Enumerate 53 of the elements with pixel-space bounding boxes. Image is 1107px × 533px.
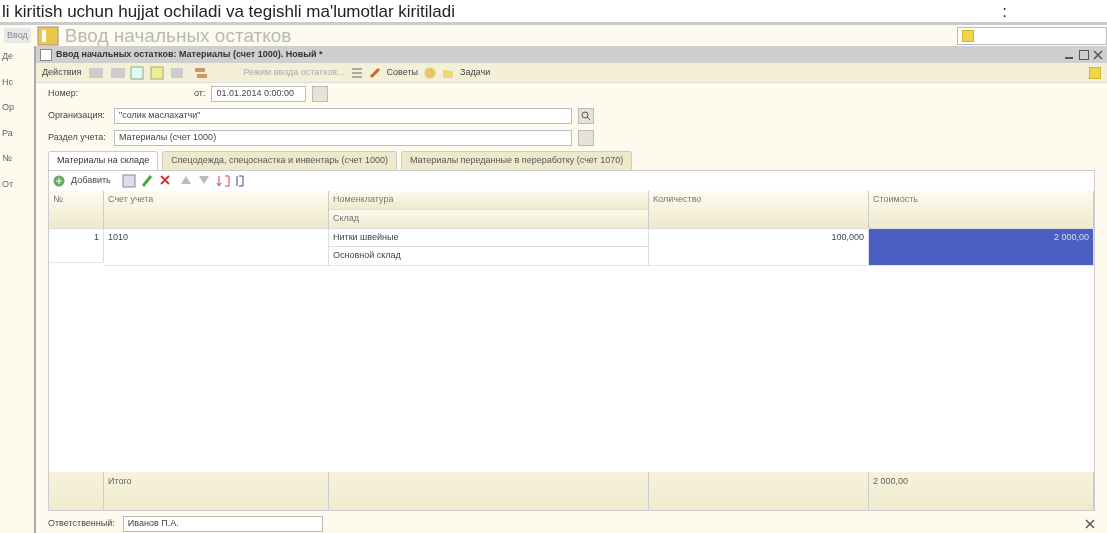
column-header[interactable]: Счет учета	[104, 190, 329, 229]
pencil-icon	[368, 66, 381, 79]
info-icon	[962, 29, 974, 42]
column-header[interactable]: №	[49, 190, 104, 229]
footer-total: 2 000,00	[869, 472, 1094, 510]
column-header[interactable]: Номенклатура	[329, 190, 649, 210]
select-button[interactable]	[578, 130, 594, 146]
side-label: Ра	[2, 126, 14, 140]
document-icon	[40, 48, 52, 61]
slide-text: li kiritish uchun hujjat ochiladi va tegishli ma'lumotlar kiritiladi	[2, 2, 455, 22]
background-window-title: Ввод начальных остатков	[64, 25, 292, 46]
table-cell: 1010	[104, 228, 329, 266]
tab[interactable]: Материалы переданные в переработку (счет 1070)	[400, 151, 633, 170]
table-cell: Нитки швейные	[329, 228, 648, 247]
calendar-button[interactable]	[312, 86, 329, 102]
document-icon	[36, 25, 59, 46]
side-label: Нс	[2, 75, 14, 89]
organization-field[interactable]: "солик маслахатчи"	[114, 108, 572, 124]
field-label: Раздел учета:	[48, 131, 107, 145]
search-field[interactable]	[957, 26, 1107, 45]
window-title: Ввод начальных остатков: Материалы (счет 1000). Новый *	[56, 47, 323, 61]
tab[interactable]: Материалы на складе	[48, 151, 159, 170]
tab[interactable]: Спецодежда, спецоснастка и инвентарь (счет 1000)	[162, 151, 397, 170]
section-field[interactable]: Материалы (счет 1000)	[114, 130, 572, 146]
close-icon[interactable]	[1093, 49, 1103, 60]
field-label: Ответственный:	[48, 517, 115, 531]
field-label: Организация:	[48, 109, 106, 123]
table-cell: 1	[49, 228, 104, 263]
table-cell[interactable]: 2 000,00	[869, 228, 1094, 266]
add-icon	[53, 174, 65, 187]
actions-menu[interactable]: Действия	[42, 65, 82, 80]
field-label: от:	[194, 87, 206, 101]
side-label: Ор	[2, 101, 15, 114]
footer-label: Итого	[104, 472, 329, 510]
tasks-button[interactable]: Задачи	[460, 65, 491, 80]
close-icon[interactable]	[1085, 519, 1095, 529]
search-icon[interactable]	[578, 108, 594, 124]
side-label: №	[2, 152, 13, 165]
side-label: Де	[2, 50, 15, 63]
date-field[interactable]: 01.01.2014 0:00:00	[211, 86, 307, 102]
maximize-icon[interactable]	[1079, 49, 1089, 60]
add-button[interactable]: Добавить	[71, 173, 111, 188]
tips-button[interactable]: Советы	[386, 65, 418, 80]
list-icon[interactable]	[350, 66, 363, 79]
column-header[interactable]: Количество	[649, 190, 869, 229]
table-cell-text: Основной склад	[332, 249, 402, 262]
field-label: Номер:	[48, 87, 80, 101]
slide-mark: :	[1002, 2, 1007, 22]
column-header[interactable]: Стоимость	[869, 190, 1094, 229]
side-label: От	[2, 177, 15, 191]
help-icon[interactable]	[424, 66, 436, 79]
info-icon[interactable]	[1089, 66, 1101, 79]
responsible-field[interactable]: Иванов П.А.	[122, 516, 323, 532]
